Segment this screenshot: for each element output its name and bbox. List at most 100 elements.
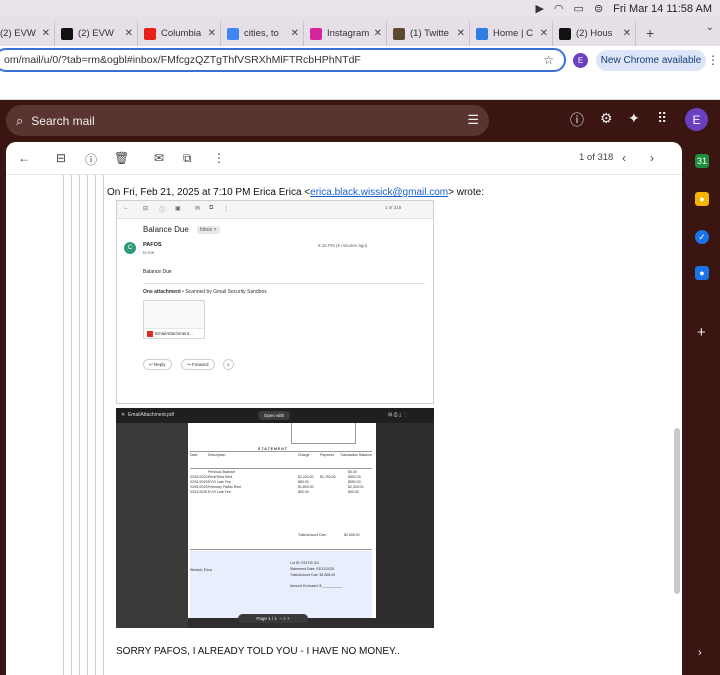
pdf-title: ✕ EmailAttachment.pdf (121, 412, 175, 418)
newer-chevron-icon[interactable]: ‹ (622, 151, 626, 165)
total-label: Total Amount Due: (298, 533, 327, 537)
close-tab-icon[interactable]: ✕ (457, 28, 465, 39)
close-tab-icon[interactable]: ✕ (208, 28, 216, 39)
close-tab-icon[interactable]: ✕ (374, 28, 382, 39)
embedded-email-screenshot: ← ⊟ ⓘ ▣ ✉ ⧉ ⋮ 1 of 318 Balance Due Inbox… (116, 200, 434, 404)
new-chrome-button[interactable]: New Chrome available (596, 50, 706, 71)
statement-cell-balance: $2,300.00 (348, 485, 364, 489)
account-avatar[interactable]: E (685, 108, 708, 131)
move-to-icon[interactable]: ⧉ (183, 151, 192, 166)
mail-icon: ✉ (195, 206, 201, 212)
col-date: Date (190, 453, 198, 457)
address-box (291, 443, 356, 444)
apps-grid-icon[interactable]: ⠿ (657, 110, 667, 127)
instagram-icon (310, 27, 322, 40)
reply-text: SORRY PAFOS, I ALREADY TOLD YOU - I HAVE… (116, 646, 400, 657)
address-bar[interactable]: om/mail/u/0/?tab=rm&ogbl#inbox/FMfcgzQZT… (0, 48, 566, 72)
browser-tab[interactable]: Home | C ✕ (470, 21, 553, 46)
profile-avatar[interactable]: E (573, 53, 588, 68)
search-icon[interactable]: ⌕ (16, 113, 23, 129)
add-addon-icon[interactable]: + (697, 324, 706, 341)
close-tab-icon[interactable]: ✕ (623, 28, 631, 39)
mark-unread-icon[interactable]: ✉ (154, 151, 164, 165)
play-icon[interactable]: ▶ (535, 2, 543, 15)
close-tab-icon[interactable]: ✕ (42, 28, 50, 39)
statement-cell-charge: $1,800.00 (298, 485, 314, 489)
gemini-sparkle-icon[interactable]: ✦ (628, 110, 640, 127)
search-options-icon[interactable]: ☰ (467, 112, 479, 128)
control-center-icon[interactable]: ⊜ (594, 2, 603, 15)
tab-title: cities, to (244, 28, 279, 39)
pager-count: 1 of 318 (579, 152, 614, 163)
statement-cell-charge: $50.00 (298, 490, 309, 494)
google-icon (227, 27, 239, 40)
browser-tab[interactable]: Columbia ✕ (138, 21, 221, 46)
keep-icon[interactable]: ● (695, 192, 709, 206)
statement-cell-balance: $50.00 (348, 490, 359, 494)
close-tab-icon[interactable]: ✕ (291, 28, 299, 39)
total-value: $2,808.00 (344, 533, 360, 537)
statement-cell-desc: February Paffas Rent (208, 485, 242, 489)
chrome-menu-icon[interactable]: ⋮ (707, 53, 719, 67)
browser-tab[interactable]: (2) EVW ✕ (55, 21, 138, 46)
settings-gear-icon[interactable]: ⚙ (600, 110, 613, 127)
more-icon: ⋮ (223, 206, 229, 212)
spam-icon: ⓘ (159, 208, 166, 214)
scrollbar[interactable] (674, 428, 680, 594)
report-spam-icon[interactable]: ⓘ (85, 151, 97, 168)
more-icon[interactable]: ⋮ (213, 151, 225, 165)
help-icon[interactable]: ⓘ (570, 110, 584, 130)
tenant-name: Wissick, Erica (190, 568, 212, 572)
amount-enclosed: Amount Enclosed: $ __________ (290, 584, 342, 588)
statement-cell-desc: Rent/Yeka Rent (208, 475, 233, 479)
emoji-icon: ☺ (223, 359, 234, 370)
browser-tab[interactable]: (1) Twitte ✕ (387, 21, 470, 46)
menubar-clock[interactable]: Fri Mar 14 11:58 AM (613, 3, 712, 15)
divider (143, 283, 425, 284)
quote-line (71, 175, 72, 675)
bookmarks-bar (0, 74, 720, 100)
delete-icon[interactable]: 🗑 (114, 151, 129, 165)
browser-tab[interactable]: (2) EVW ✕ (0, 21, 55, 46)
message-panel: ← ⊟ ⓘ 🗑 ✉ ⧉ ⋮ 1 of 318 ‹ › On Fri, Feb 2… (6, 142, 682, 675)
close-tab-icon[interactable]: ✕ (540, 28, 548, 39)
pdf-page: STATEMENT Date Description Charge Paymen… (188, 423, 376, 618)
attachment-name: EmailAttachment... (155, 331, 193, 336)
tab-title: (2) Hous (576, 28, 613, 39)
statement-cell-date: 03/01/2025 (190, 485, 208, 489)
archive-icon[interactable]: ⊟ (56, 151, 66, 165)
close-tab-icon[interactable]: ✕ (125, 28, 133, 39)
new-tab-icon[interactable]: + (646, 25, 654, 41)
contacts-icon[interactable]: ● (695, 266, 709, 280)
browser-tab[interactable]: Instagram ✕ (304, 21, 387, 46)
show-side-panel-icon[interactable]: › (698, 647, 702, 659)
address-box (355, 423, 356, 443)
side-panel: 31 ● ✓ ● + › (688, 142, 718, 675)
open-with-button: Open with (258, 411, 290, 420)
rule (190, 549, 372, 550)
tab-search-chevron-icon[interactable]: ⌄ (706, 22, 714, 33)
sender-avatar: C (124, 242, 136, 254)
search-box[interactable]: ⌕ Search mail ☰ (6, 105, 489, 136)
quoted-header: On Fri, Feb 21, 2025 at 7:10 PM Erica Er… (107, 187, 484, 198)
statement-cell-date: 02/01/2024 (190, 475, 208, 479)
older-chevron-icon[interactable]: › (650, 151, 654, 165)
battery-icon[interactable]: ▭ (574, 2, 584, 15)
browser-tab[interactable]: cities, to ✕ (221, 21, 304, 46)
wifi-icon[interactable]: ◠ (554, 2, 564, 15)
sender-email-link[interactable]: erica.black.wissick@gmail.com (310, 187, 448, 198)
delete-icon: ▣ (175, 206, 181, 212)
calendar-icon[interactable]: 31 (695, 154, 709, 168)
inbox-label: Inbox × (197, 226, 220, 234)
tasks-icon[interactable]: ✓ (695, 230, 709, 244)
tab-title: (2) EVW (78, 28, 114, 39)
back-arrow-icon[interactable]: ← (18, 151, 30, 165)
pdf-icon (147, 330, 153, 337)
bookmark-star-icon[interactable]: ☆ (543, 53, 554, 67)
gmail-app: ⌕ Search mail ☰ ⓘ ⚙ ✦ ⠿ E ← ⊟ ⓘ 🗑 ✉ ⧉ ⋮ … (0, 100, 720, 675)
pdf-page-zoom-control: Page 1 / 1 − ⌕ + (238, 614, 308, 623)
browser-tab[interactable]: (2) Hous ✕ (553, 21, 636, 46)
statement-cell-desc: EVVI Late Fee (208, 490, 231, 494)
col-description: Description (208, 453, 226, 457)
back-arrow-icon: ← (123, 205, 129, 211)
